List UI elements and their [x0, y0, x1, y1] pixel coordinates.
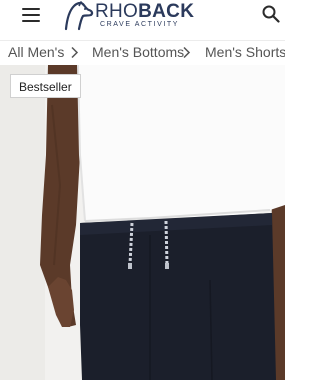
breadcrumb-item-mens-bottoms[interactable]: Men's Bottoms — [92, 44, 184, 61]
product-photo[interactable] — [0, 65, 285, 380]
logo-tagline: CRAVE ACTIVITY — [100, 21, 180, 28]
search-icon[interactable] — [262, 5, 280, 23]
logo-wordmark-bold: BACK — [138, 1, 195, 22]
hamburger-menu-icon[interactable] — [22, 8, 40, 22]
breadcrumb-item-all-mens[interactable]: All Men's — [8, 44, 64, 61]
logo-wordmark: RHOBACK — [95, 2, 194, 22]
chevron-right-icon — [183, 46, 191, 59]
bestseller-badge: Bestseller — [10, 74, 81, 98]
product-photo-illustration — [0, 65, 285, 380]
logo-wordmark-light: RHO — [95, 1, 139, 22]
dog-logo-icon — [64, 1, 94, 31]
site-header: RHOBACK CRAVE ACTIVITY — [0, 0, 285, 40]
breadcrumb-item-mens-shorts[interactable]: Men's Shorts — [205, 44, 285, 61]
brand-logo[interactable]: RHOBACK CRAVE ACTIVITY — [62, 1, 196, 33]
breadcrumb: All Men's Men's Bottoms Men's Shorts — [0, 41, 285, 65]
chevron-right-icon — [71, 46, 79, 59]
